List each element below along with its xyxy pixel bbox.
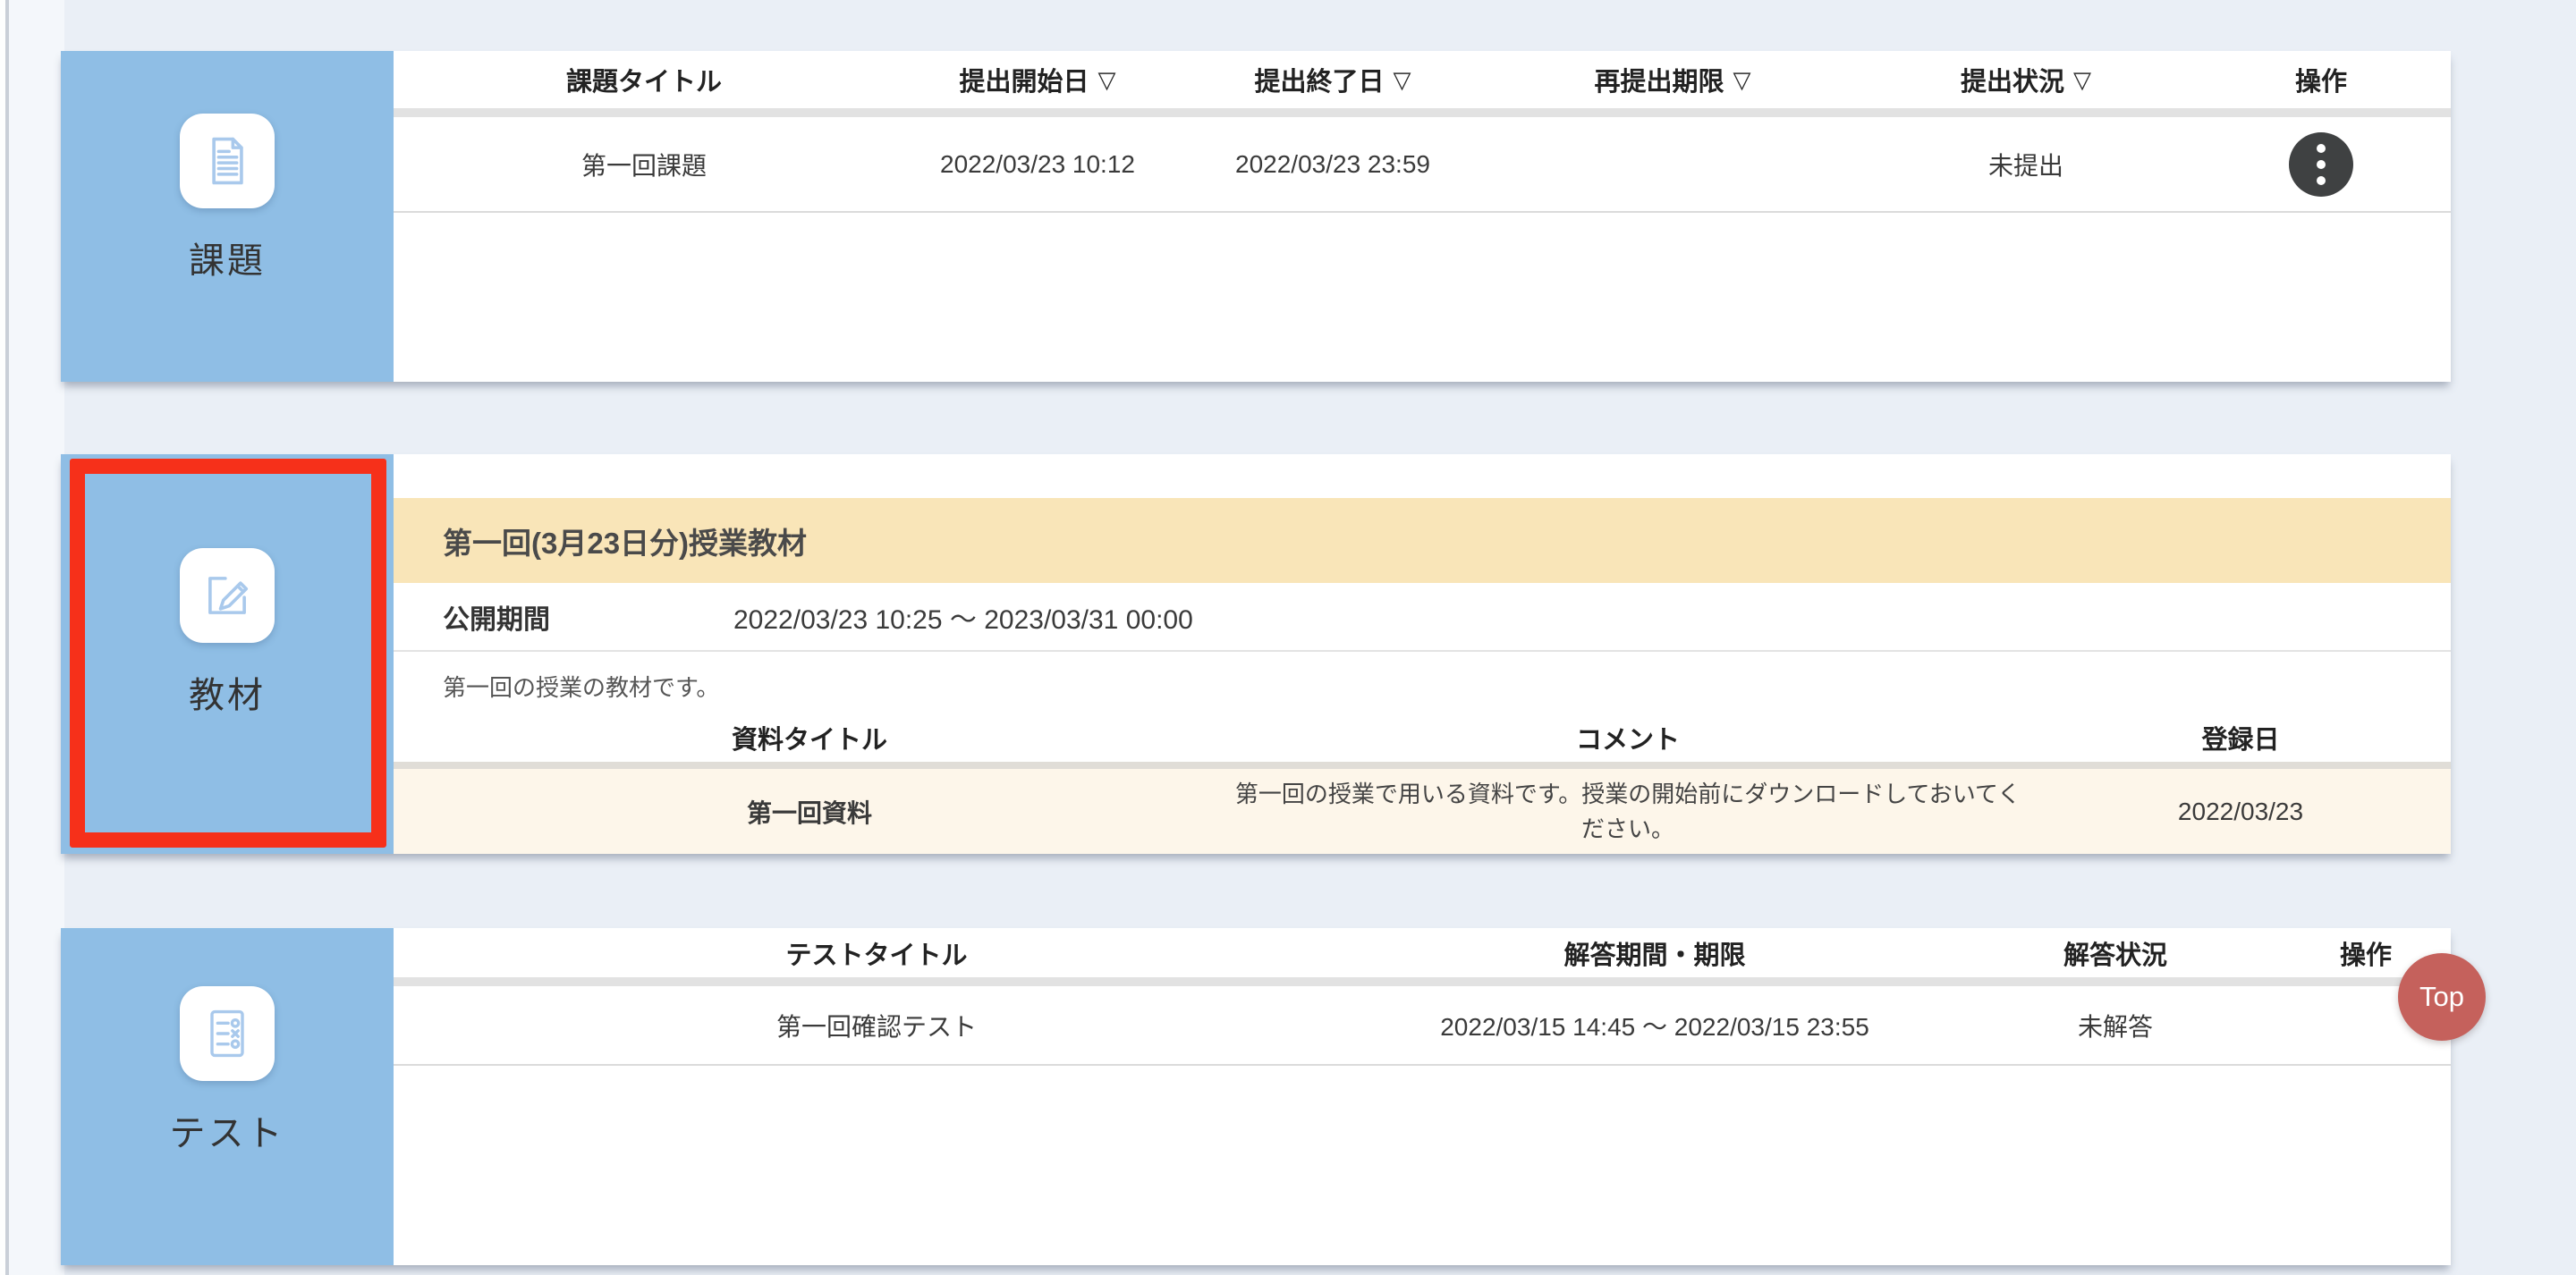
sort-down-icon: ▽ [2073, 66, 2091, 94]
assignments-col-status-sort[interactable]: 提出状況 ▽ [1860, 61, 2191, 98]
header-divider [394, 762, 2451, 769]
material-description: 第一回の授業の教材です。 [443, 670, 719, 703]
materials-col-comment: コメント [1225, 719, 2030, 756]
publish-period-value: 2022/03/23 10:25 ～ 2023/03/31 00:00 [733, 597, 1193, 637]
test-row: 第一回確認テスト 2022/03/15 14:45 ～ 2022/03/15 2… [394, 986, 2451, 1066]
header-divider [394, 108, 2451, 117]
materials-col-date: 登録日 [2030, 719, 2451, 756]
sidebar-item-label: 課題 [189, 232, 266, 283]
tests-table: テストタイトル 解答期間・期限 解答状況 操作 第一回確認テスト 2022/03… [394, 928, 2451, 1265]
materials-col-title: 資料タイトル [394, 719, 1225, 756]
tests-section: テスト テストタイトル 解答期間・期限 解答状況 操作 第一回確認テスト 202… [61, 928, 2451, 1265]
material-publish-period-row: 公開期間 2022/03/23 10:25 ～ 2023/03/31 00:00 [394, 583, 2451, 652]
materials-panel: 第一回(3月23日分)授業教材 公開期間 2022/03/23 10:25 ～ … [394, 454, 2451, 854]
materials-table-header: 資料タイトル コメント 登録日 [394, 719, 2451, 756]
tests-col-period: 解答期間・期限 [1360, 934, 1950, 972]
materials-section: 教材 第一回(3月23日分)授業教材 公開期間 2022/03/23 10:25… [61, 454, 2451, 854]
assignments-col-resubmit-label: 再提出期限 [1594, 61, 1724, 98]
material-registered-date: 2022/03/23 [2030, 798, 2451, 826]
material-group-title: 第一回(3月23日分)授業教材 [394, 498, 2451, 583]
material-comment: 第一回の授業で用いる資料です。授業の開始前にダウンロードしておいてください。 [1225, 777, 2030, 847]
assignment-end-date: 2022/03/23 23:59 [1181, 150, 1485, 179]
sort-down-icon: ▽ [1733, 66, 1751, 94]
test-status: 未解答 [1950, 1008, 2281, 1043]
material-title: 第一回資料 [394, 794, 1225, 830]
tests-col-title: テストタイトル [394, 934, 1360, 972]
assignment-start-date: 2022/03/23 10:12 [894, 150, 1181, 179]
test-period: 2022/03/15 14:45 ～ 2022/03/15 23:55 [1360, 1008, 1950, 1043]
sort-down-icon: ▽ [1098, 66, 1116, 94]
assignments-col-end-sort[interactable]: 提出終了日 ▽ [1181, 61, 1485, 98]
tests-col-status: 解答状況 [1950, 934, 2281, 972]
sort-down-icon: ▽ [1394, 66, 1411, 94]
assignments-col-ops: 操作 [2191, 61, 2451, 98]
assignment-row: 第一回課題 2022/03/23 10:12 2022/03/23 23:59 … [394, 117, 2451, 213]
header-divider [394, 977, 2451, 986]
sidebar-item-materials[interactable]: 教材 [61, 454, 394, 854]
assignments-table: 課題タイトル 提出開始日 ▽ 提出終了日 ▽ 再提出期限 ▽ 提出状況 ▽ 操作… [394, 51, 2451, 382]
assignment-status: 未提出 [1860, 147, 2191, 182]
sidebar-item-label: テスト [170, 1104, 285, 1156]
assignments-col-start-sort[interactable]: 提出開始日 ▽ [894, 61, 1181, 98]
quiz-checklist-icon [180, 986, 275, 1081]
assignments-col-start-label: 提出開始日 [959, 61, 1089, 98]
material-description-block: 第一回の授業の教材です。 資料タイトル コメント 登録日 [394, 652, 2451, 762]
scroll-to-top-button[interactable]: Top [2398, 953, 2486, 1041]
sidebar-item-tests[interactable]: テスト [61, 928, 394, 1265]
assignments-table-header: 課題タイトル 提出開始日 ▽ 提出終了日 ▽ 再提出期限 ▽ 提出状況 ▽ 操作 [394, 51, 2451, 108]
materials-top-bar [394, 454, 2451, 498]
assignments-col-end-label: 提出終了日 [1254, 61, 1384, 98]
document-icon [180, 114, 275, 208]
assignments-section: 課題 課題タイトル 提出開始日 ▽ 提出終了日 ▽ 再提出期限 ▽ 提出状況 ▽… [61, 51, 2451, 382]
tests-table-header: テストタイトル 解答期間・期限 解答状況 操作 [394, 928, 2451, 977]
assignment-title: 第一回課題 [394, 147, 894, 182]
assignments-col-status-label: 提出状況 [1961, 61, 2064, 98]
window-edge-pale [9, 0, 64, 1275]
edit-square-icon [180, 548, 275, 643]
assignments-col-resubmit-sort[interactable]: 再提出期限 ▽ [1485, 61, 1860, 98]
kebab-menu-button[interactable] [2289, 132, 2353, 197]
sidebar-item-label: 教材 [189, 666, 266, 718]
test-title: 第一回確認テスト [394, 1008, 1360, 1043]
assignments-col-title: 課題タイトル [394, 61, 894, 98]
material-row: 第一回資料 第一回の授業で用いる資料です。授業の開始前にダウンロードしておいてく… [394, 769, 2451, 854]
publish-period-label: 公開期間 [443, 597, 550, 637]
sidebar-item-assignments[interactable]: 課題 [61, 51, 394, 382]
